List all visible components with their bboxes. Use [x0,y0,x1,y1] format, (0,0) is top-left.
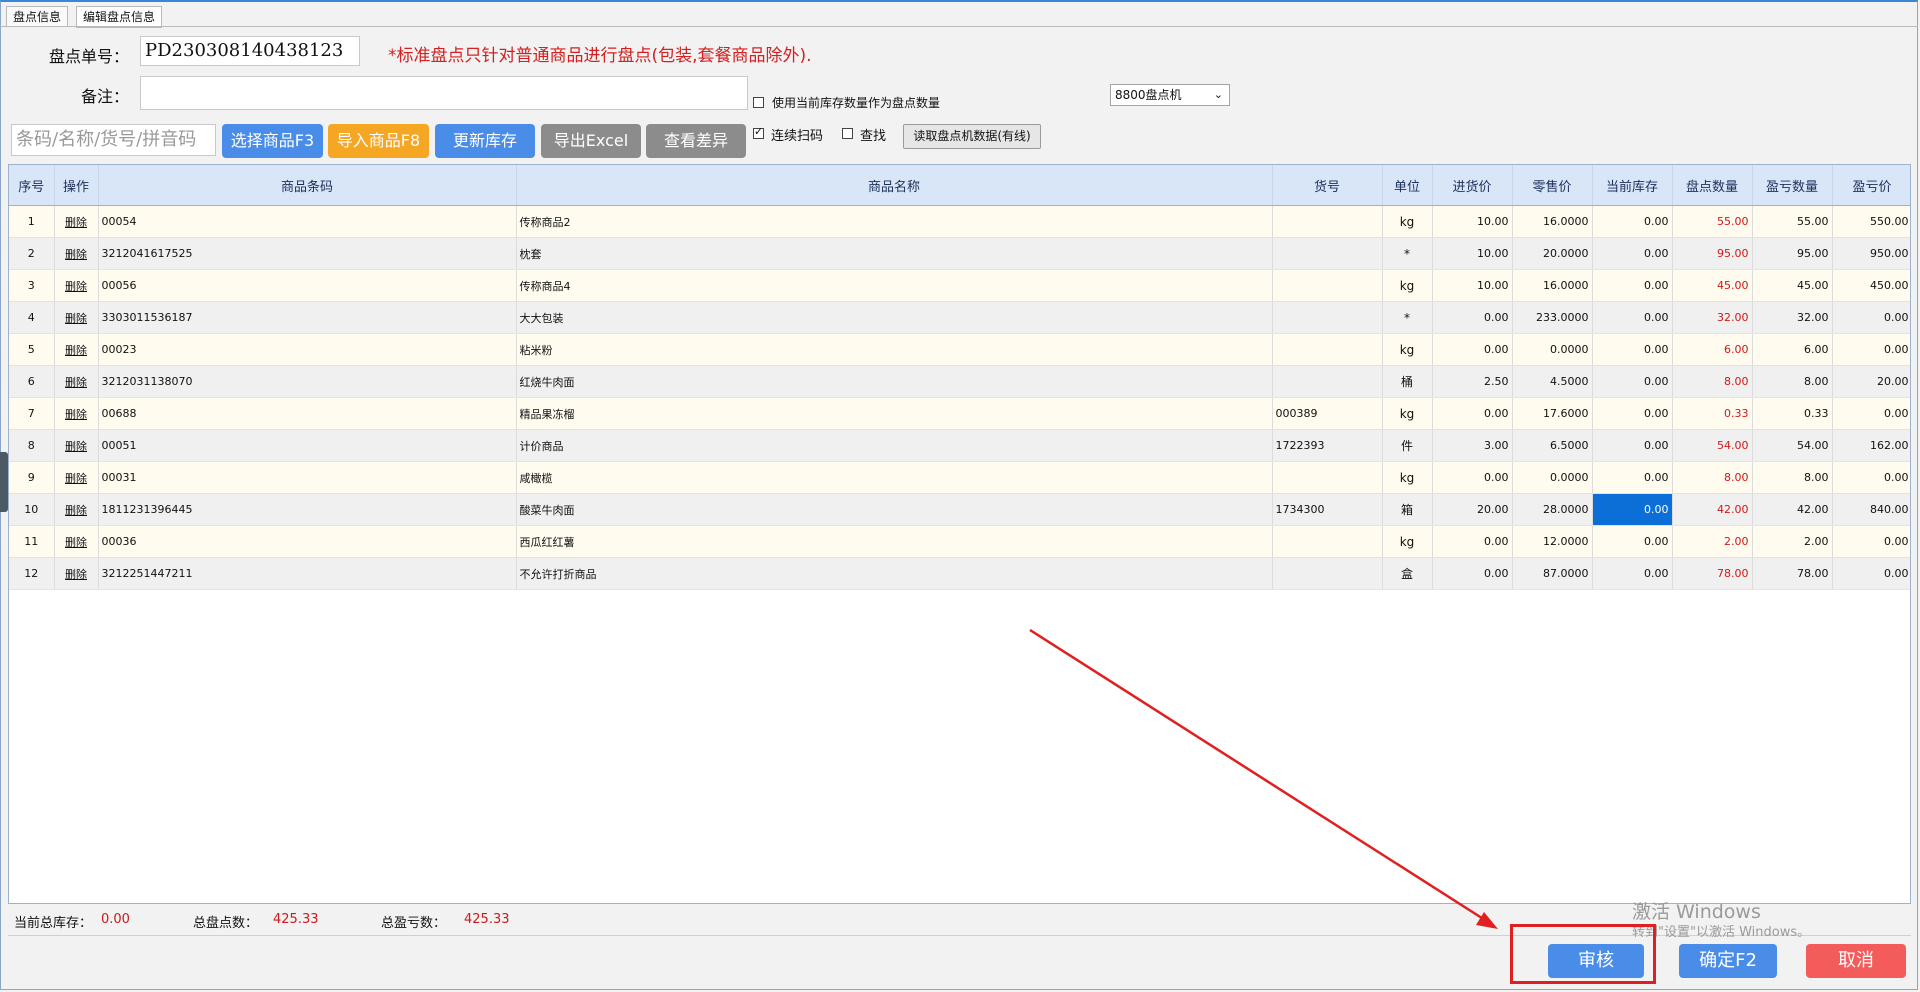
annotation-arrow-icon [1029,628,1498,929]
side-drag-handle[interactable] [0,452,8,512]
